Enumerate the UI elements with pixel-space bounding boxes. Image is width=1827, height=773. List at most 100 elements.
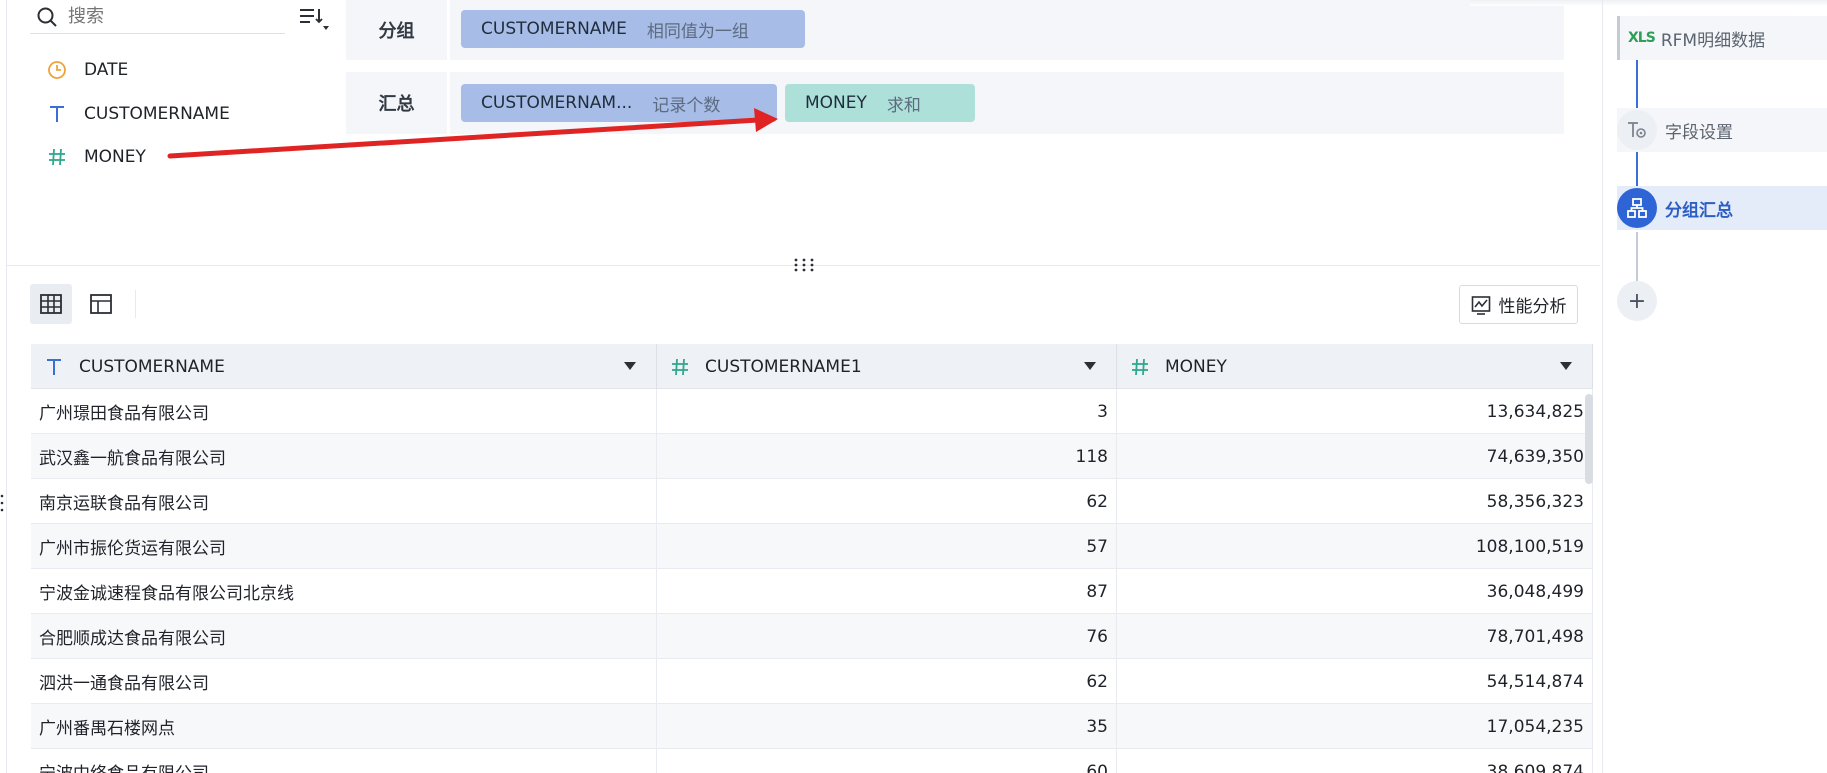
field-list-panel: DATE CUSTOMERNAME MONEY	[0, 0, 345, 265]
toolbar-divider	[135, 290, 136, 318]
cell-money: 36,048,499	[1117, 569, 1593, 614]
cell-money: 78,701,498	[1117, 614, 1593, 659]
cell-customername: 广州璟田食品有限公司	[31, 389, 657, 434]
cell-customername: 宁波中络食品有限公司	[31, 749, 657, 773]
performance-analysis-label: 性能分析	[1498, 297, 1567, 317]
sort-icon	[300, 9, 329, 30]
excel-icon: XLS	[1628, 30, 1656, 46]
chip-field-name: CUSTOMERNAM...	[481, 93, 633, 113]
table-header: CUSTOMERNAME CUSTOMERNAME1 MONEY	[31, 344, 1593, 389]
cell-customername: 合肥顺成达食品有限公司	[31, 614, 657, 659]
field-item-label: MONEY	[84, 147, 146, 167]
chip-field-name: MONEY	[805, 93, 867, 113]
clock-icon	[46, 59, 68, 81]
caret-down-icon[interactable]	[1560, 362, 1572, 370]
caret-down-icon[interactable]	[624, 362, 636, 370]
group-summary-icon	[1617, 188, 1657, 228]
cell-customername: 宁波金诚速程食品有限公司北京线	[31, 569, 657, 614]
step-field-settings[interactable]: 字段设置	[1617, 108, 1827, 152]
search-icon	[37, 7, 57, 27]
table-row[interactable]: 宁波金诚速程食品有限公司北京线 87 36,048,499	[31, 569, 1593, 614]
cell-count: 35	[657, 704, 1117, 749]
column-header-label: MONEY	[1165, 356, 1227, 377]
summary-count-chip[interactable]: CUSTOMERNAM... 记录个数	[461, 84, 777, 122]
chip-method: 求和	[886, 95, 921, 116]
step-source-label: RFM明细数据	[1660, 30, 1766, 51]
cell-money: 38,609,874	[1117, 749, 1593, 773]
cell-customername: 泗洪一通食品有限公司	[31, 659, 657, 704]
search-box[interactable]	[30, 0, 285, 34]
cell-customername: 南京运联食品有限公司	[31, 479, 657, 524]
cell-count: 76	[657, 614, 1117, 659]
layout-icon	[90, 294, 112, 314]
collapse-handle-icon[interactable]	[0, 492, 4, 514]
cell-customername: 广州番禺石楼网点	[31, 704, 657, 749]
text-type-icon	[43, 358, 65, 376]
chip-field-name: CUSTOMERNAME	[481, 19, 627, 39]
table-row[interactable]: 武汉鑫一航食品有限公司 118 74,639,350	[31, 434, 1593, 479]
number-type-icon	[46, 146, 68, 168]
table-row[interactable]: 广州市振伦货运有限公司 57 108,100,519	[31, 524, 1593, 569]
cell-money: 17,054,235	[1117, 704, 1593, 749]
step-connector	[1636, 232, 1638, 282]
drag-handle-icon[interactable]	[792, 256, 816, 274]
cell-customername: 武汉鑫一航食品有限公司	[31, 434, 657, 479]
column-header-label: CUSTOMERNAME	[79, 356, 225, 377]
add-step-button[interactable]: +	[1617, 281, 1657, 321]
sort-button[interactable]	[296, 4, 332, 32]
field-item-date[interactable]: DATE	[46, 55, 128, 85]
chip-method: 记录个数	[652, 95, 721, 116]
step-label: 分组汇总	[1665, 200, 1733, 221]
summary-config-row: 汇总 CUSTOMERNAM... 记录个数 MONEY 求和	[346, 72, 1564, 134]
search-input[interactable]	[68, 6, 258, 27]
chart-monitor-icon	[1471, 295, 1490, 315]
table-row[interactable]: 南京运联食品有限公司 62 58,356,323	[31, 479, 1593, 524]
caret-down-icon[interactable]	[1084, 362, 1096, 370]
cell-money: 58,356,323	[1117, 479, 1593, 524]
summary-label: 汇总	[346, 72, 450, 134]
step-group-summary[interactable]: 分组汇总	[1617, 186, 1827, 230]
table-row[interactable]: 广州番禺石楼网点 35 17,054,235	[31, 704, 1593, 749]
step-connector	[1636, 60, 1638, 110]
column-header-money[interactable]: MONEY	[1117, 344, 1593, 389]
table-body[interactable]: 广州璟田食品有限公司 3 13,634,825 武汉鑫一航食品有限公司 118 …	[31, 389, 1593, 773]
table-scrollbar[interactable]	[1585, 394, 1593, 484]
column-header-customername[interactable]: CUSTOMERNAME	[31, 344, 657, 389]
table-grid-icon	[40, 294, 62, 314]
table-row[interactable]: 泗洪一通食品有限公司 62 54,514,874	[31, 659, 1593, 704]
grid-view-button[interactable]	[30, 284, 72, 324]
field-item-label: DATE	[84, 60, 129, 80]
group-config-row: 分组 CUSTOMERNAME 相同值为一组	[346, 0, 1564, 60]
cell-count: 3	[657, 389, 1117, 434]
number-type-icon	[669, 358, 691, 376]
performance-analysis-button[interactable]: 性能分析	[1459, 285, 1578, 324]
cell-count: 62	[657, 659, 1117, 704]
text-type-icon	[46, 103, 68, 125]
table-row[interactable]: 合肥顺成达食品有限公司 76 78,701,498	[31, 614, 1593, 659]
cell-count: 62	[657, 479, 1117, 524]
group-label: 分组	[346, 0, 450, 60]
step-connector	[1636, 150, 1638, 190]
cell-count: 118	[657, 434, 1117, 479]
layout-view-button[interactable]	[80, 284, 122, 324]
summary-sum-chip[interactable]: MONEY 求和	[785, 84, 975, 122]
cell-money: 54,514,874	[1117, 659, 1593, 704]
cell-customername: 广州市振伦货运有限公司	[31, 524, 657, 569]
field-item-label: CUSTOMERNAME	[84, 104, 230, 124]
cell-count: 60	[657, 749, 1117, 773]
cell-count: 57	[657, 524, 1117, 569]
table-row[interactable]: 广州璟田食品有限公司 3 13,634,825	[31, 389, 1593, 434]
field-item-money[interactable]: MONEY	[46, 142, 146, 172]
data-table: CUSTOMERNAME CUSTOMERNAME1 MONEY 广州璟田食品有…	[31, 344, 1593, 773]
cell-money: 74,639,350	[1117, 434, 1593, 479]
field-item-customername[interactable]: CUSTOMERNAME	[46, 99, 230, 129]
number-type-icon	[1129, 358, 1151, 376]
chip-method: 相同值为一组	[646, 21, 749, 42]
table-row[interactable]: 宁波中络食品有限公司 60 38,609,874	[31, 749, 1593, 773]
column-header-customername1[interactable]: CUSTOMERNAME1	[657, 344, 1117, 389]
cell-money: 13,634,825	[1117, 389, 1593, 434]
group-field-chip[interactable]: CUSTOMERNAME 相同值为一组	[461, 10, 805, 48]
cell-count: 87	[657, 569, 1117, 614]
step-source-data[interactable]: XLS RFM明细数据	[1617, 16, 1827, 60]
step-label: 字段设置	[1665, 122, 1733, 143]
